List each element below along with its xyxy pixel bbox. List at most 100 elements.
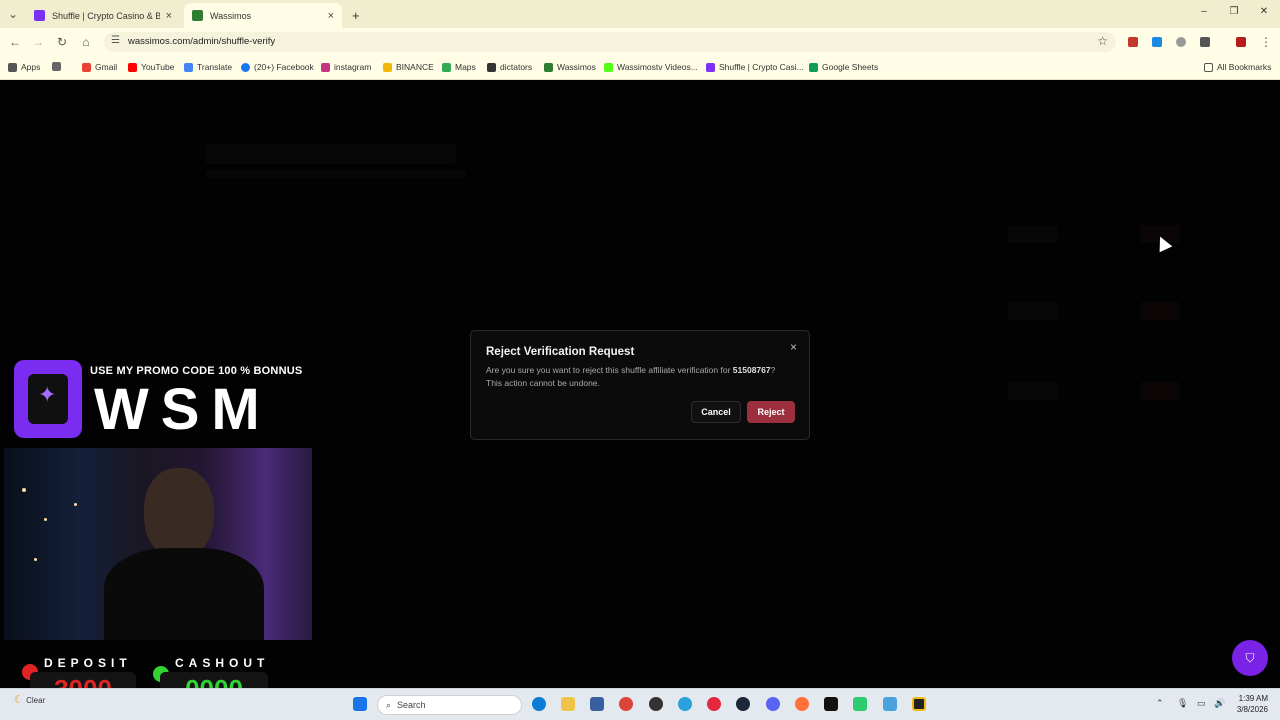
profile-icon[interactable] xyxy=(1236,37,1246,47)
user-id: 51508767 xyxy=(732,365,771,375)
bookmark-label: Maps xyxy=(455,62,476,72)
kick-icon xyxy=(604,62,613,72)
tab-title: Shuffle | Crypto Casino & Bitco xyxy=(52,10,160,21)
bookmark-label: dictators xyxy=(500,62,533,72)
bookmark-label: Apps xyxy=(21,62,41,72)
tab-shuffle[interactable]: Shuffle | Crypto Casino & Bitco × xyxy=(26,3,180,28)
bookmark-star-icon[interactable]: ☆ xyxy=(1097,34,1108,48)
dialog-message: Are you sure you want to reject this shu… xyxy=(486,364,776,390)
reload-icon[interactable]: ↻ xyxy=(55,35,69,49)
reject-dialog: Reject Verification Request × Are you su… xyxy=(470,330,810,440)
tray-chevron-icon[interactable]: ⌃ xyxy=(1156,698,1164,709)
address-bar[interactable]: ☰ wassimos.com/admin/shuffle-verify ☆ xyxy=(104,32,1116,52)
bookmark-shuffle[interactable]: Shuffle | Crypto Casi... xyxy=(706,62,804,72)
facebook-icon xyxy=(241,62,250,72)
message-prefix: Are you sure you want to reject this shu… xyxy=(486,365,731,375)
streamer-head xyxy=(144,468,214,558)
close-window-icon[interactable]: ✕ xyxy=(1256,6,1272,17)
bookmark-label: instagram xyxy=(334,62,372,72)
bookmarks-bar: Apps Gmail YouTube Translate (20+) Faceb… xyxy=(0,56,1280,80)
close-tab-icon[interactable]: × xyxy=(328,10,334,22)
opera-icon[interactable] xyxy=(707,697,721,711)
folder-icon xyxy=(1204,62,1213,72)
search-placeholder: Search xyxy=(397,700,426,710)
clock-time: 1:39 AM xyxy=(1238,694,1268,703)
tab-search-icon[interactable]: ⌄ xyxy=(6,7,20,21)
bookmark-instagram[interactable]: instagram xyxy=(321,62,371,72)
site-info-icon[interactable]: ☰ xyxy=(111,35,120,46)
firefox-icon[interactable] xyxy=(795,697,809,711)
bookmark-apps[interactable]: Apps xyxy=(8,62,40,72)
close-icon[interactable]: × xyxy=(790,340,797,354)
extension-icon[interactable] xyxy=(1176,37,1186,47)
webcam-feed xyxy=(4,448,312,640)
bookmark-translate[interactable]: Translate xyxy=(184,62,232,72)
clock-date: 3/8/2026 xyxy=(1236,705,1268,714)
bookmark-label: Shuffle | Crypto Casi... xyxy=(719,62,804,72)
bookmark-label: All Bookmarks xyxy=(1217,62,1272,72)
menu-kebab-icon[interactable]: ⋮ xyxy=(1259,35,1273,49)
dictators-icon xyxy=(487,62,496,72)
extensions-puzzle-icon[interactable] xyxy=(1200,37,1210,47)
bookmark-label: Gmail xyxy=(95,62,118,72)
capcut-icon[interactable] xyxy=(824,697,838,711)
sheets-icon xyxy=(809,62,818,72)
telegram-icon[interactable] xyxy=(678,697,692,711)
chrome-icon[interactable] xyxy=(619,697,633,711)
volume-icon[interactable]: 🔊 xyxy=(1214,698,1225,709)
bookmark-wassimos[interactable]: Wassimos xyxy=(544,62,596,72)
maximize-icon[interactable]: ❐ xyxy=(1226,6,1242,17)
extension-icon[interactable] xyxy=(1152,37,1162,47)
apps-grid-icon xyxy=(8,62,17,72)
promo-banner: ✦ USE MY PROMO CODE 100 % BONNUS WSM xyxy=(14,360,314,440)
cancel-button[interactable]: Cancel xyxy=(691,401,741,423)
bookmark-grid[interactable] xyxy=(52,62,65,71)
city-light xyxy=(34,558,37,561)
taskbar-search[interactable]: ⌕ Search xyxy=(377,695,522,715)
obs-icon[interactable] xyxy=(649,697,663,711)
bookmark-label: Google Sheets xyxy=(822,62,879,72)
close-tab-icon[interactable]: × xyxy=(166,10,172,22)
weather-text: Clear xyxy=(26,696,46,705)
bookmark-gmail[interactable]: Gmail xyxy=(82,62,117,72)
tab-title: Wassimos xyxy=(210,10,252,21)
bookmark-binance[interactable]: BINANCE xyxy=(383,62,434,72)
all-bookmarks[interactable]: All Bookmarks xyxy=(1204,62,1271,72)
extension-icon[interactable] xyxy=(1128,37,1138,47)
bookmark-facebook[interactable]: (20+) Facebook xyxy=(241,62,314,72)
app-icon[interactable] xyxy=(853,697,867,711)
edge-icon[interactable] xyxy=(532,697,546,711)
forward-icon[interactable]: → xyxy=(31,35,45,49)
binance-icon[interactable] xyxy=(912,697,926,711)
minimize-icon[interactable]: – xyxy=(1196,6,1212,17)
wassimos-icon xyxy=(544,62,553,72)
binance-icon xyxy=(383,62,392,72)
gmail-icon xyxy=(82,62,91,72)
steam-icon[interactable] xyxy=(736,697,750,711)
wassimos-favicon-icon xyxy=(192,10,203,21)
reject-button[interactable]: Reject xyxy=(747,401,795,423)
file-explorer-icon[interactable] xyxy=(561,697,575,711)
tab-wassimos[interactable]: Wassimos × xyxy=(184,3,342,28)
city-light xyxy=(44,518,47,521)
bookmark-sheets[interactable]: Google Sheets xyxy=(809,62,878,72)
new-tab-button[interactable]: + xyxy=(344,3,364,28)
support-shield-button[interactable]: ⛉ xyxy=(1232,640,1268,676)
home-icon[interactable]: ⌂ xyxy=(79,35,93,49)
bookmark-youtube[interactable]: YouTube xyxy=(128,62,174,72)
bookmark-dictators[interactable]: dictators xyxy=(487,62,532,72)
bookmark-maps[interactable]: Maps xyxy=(442,62,476,72)
app-icon[interactable] xyxy=(883,697,897,711)
network-icon[interactable]: ▭ xyxy=(1197,698,1206,709)
system-clock[interactable]: 1:39 AM 3/8/2026 xyxy=(1237,693,1268,715)
microphone-icon[interactable]: 🎙 xyxy=(1177,698,1188,709)
shuffle-icon xyxy=(706,62,715,72)
shuffle-favicon-icon xyxy=(34,10,45,21)
start-windows-icon[interactable] xyxy=(353,697,367,711)
bookmark-kick[interactable]: Wassimostv Videos... xyxy=(604,62,698,72)
discord-icon[interactable] xyxy=(766,697,780,711)
weather-widget[interactable]: ☾ Clear xyxy=(14,693,45,706)
youtube-icon xyxy=(128,62,137,72)
store-icon[interactable] xyxy=(590,697,604,711)
back-icon[interactable]: ← xyxy=(8,35,22,49)
